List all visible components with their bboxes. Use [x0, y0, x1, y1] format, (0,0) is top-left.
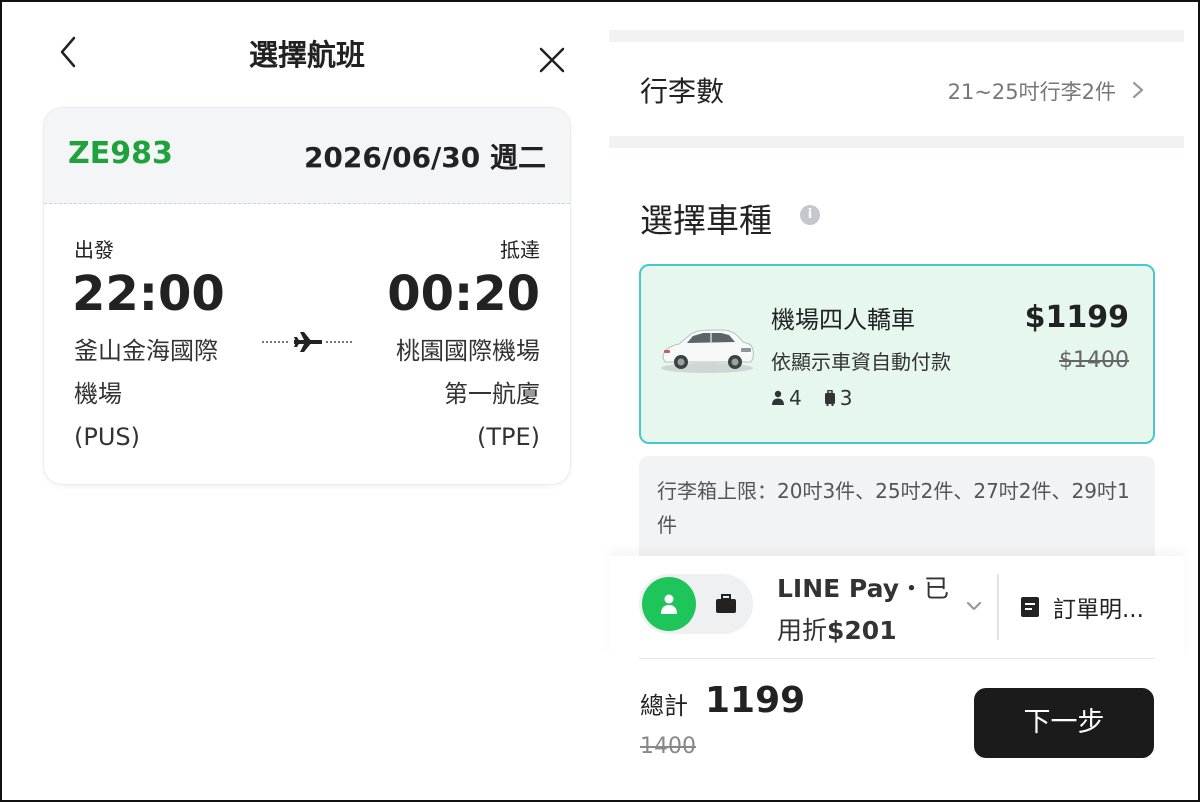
- vehicle-name: 機場四人轎車: [771, 306, 915, 334]
- arrival-airport-line2: 第一航廈: [444, 380, 540, 408]
- arrival-airport: 桃園國際機場 第一航廈 (TPE): [340, 330, 540, 459]
- vehicle-option-card[interactable]: 機場四人轎車 依顯示車資自動付款 $1199 $1400 4 3: [639, 264, 1155, 444]
- airplane-icon: [294, 332, 322, 352]
- arrival-label: 抵達: [500, 238, 540, 262]
- payment-bar: LINE Pay・已 用折$201 訂單明...: [609, 556, 1184, 658]
- route-dots-left: [262, 341, 288, 343]
- luggage-limit-note: 行李箱上限：20吋3件、25吋2件、27吋2件、29吋1件: [639, 456, 1155, 556]
- chevron-down-icon[interactable]: [965, 600, 983, 612]
- luggage-value: 21~25吋行李2件: [947, 80, 1116, 104]
- total-label: 總計: [640, 692, 688, 720]
- luggage-label: 行李數: [640, 75, 725, 108]
- vehicle-price: $1199: [1024, 300, 1129, 335]
- flight-card: ZE983 2026/06/30 週二 出發 抵達 22:00 00:20 釜山…: [44, 108, 570, 484]
- section-divider: [609, 30, 1184, 42]
- departure-airport-line1: 釜山金海國際: [74, 337, 218, 365]
- luggage-count-row[interactable]: 行李數 21~25吋行李2件: [609, 42, 1184, 136]
- luggage-capacity: 3: [839, 386, 853, 410]
- vehicle-capacity: 4 3: [771, 386, 874, 410]
- car-icon: [661, 329, 754, 373]
- payment-method-separator: ・已: [899, 574, 950, 603]
- flight-number: ZE983: [68, 136, 173, 171]
- payment-discount-prefix: 用折: [777, 616, 828, 645]
- flight-panel-header: 選擇航班: [2, 2, 602, 102]
- chevron-right-icon: [1132, 81, 1144, 99]
- close-icon: [539, 47, 565, 73]
- vehicle-original-price: $1400: [1059, 348, 1129, 373]
- document-icon: [1021, 597, 1039, 617]
- payment-method-name: LINE Pay: [777, 574, 899, 603]
- next-step-button[interactable]: 下一步: [974, 688, 1154, 758]
- arrival-airport-code: (TPE): [476, 423, 540, 451]
- ride-type-toggle[interactable]: [639, 574, 753, 634]
- order-details-link[interactable]: 訂單明...: [1053, 590, 1144, 624]
- close-button[interactable]: [536, 44, 568, 76]
- section-divider: [609, 136, 1184, 148]
- departure-airport-code: (PUS): [74, 423, 140, 451]
- total-value: 1199: [705, 680, 806, 721]
- departure-airport-line2: 機場: [74, 380, 122, 408]
- arrival-airport-line1: 桃園國際機場: [396, 337, 540, 365]
- payment-method[interactable]: LINE Pay・已 用折$201: [777, 568, 957, 652]
- flight-panel: 選擇航班 ZE983 2026/06/30 週二 出發 抵達 22:00 00:…: [2, 2, 602, 802]
- app-frame: 選擇航班 ZE983 2026/06/30 週二 出發 抵達 22:00 00:…: [0, 0, 1200, 802]
- flight-date: 2026/06/30 週二: [303, 141, 546, 174]
- toggle-knob: [642, 577, 696, 631]
- payment-divider: [997, 574, 999, 640]
- person-icon: [661, 594, 677, 614]
- departure-label: 出發: [74, 238, 114, 262]
- person-icon: [772, 390, 784, 405]
- page-title: 選擇航班: [248, 38, 365, 72]
- luggage-icon: [716, 594, 736, 613]
- departure-airport: 釜山金海國際 機場 (PUS): [74, 330, 274, 459]
- departure-time: 22:00: [72, 266, 225, 322]
- info-icon[interactable]: i: [800, 205, 820, 225]
- payment-discount-amount: $201: [827, 616, 897, 645]
- luggage-icon: [824, 390, 835, 406]
- total-original-price: 1400: [640, 734, 696, 759]
- arrival-time: 00:20: [387, 266, 540, 322]
- passenger-capacity: 4: [789, 386, 802, 410]
- vehicle-section-title: 選擇車種: [640, 201, 772, 240]
- vehicle-description: 依顯示車資自動付款: [771, 350, 951, 374]
- total-divider: [639, 658, 1155, 659]
- booking-panel: 行李數 21~25吋行李2件 選擇車種 i 機場四人轎車 依顯示車資自動付款 $…: [609, 2, 1184, 802]
- flight-card-header: ZE983 2026/06/30 週二: [44, 108, 570, 204]
